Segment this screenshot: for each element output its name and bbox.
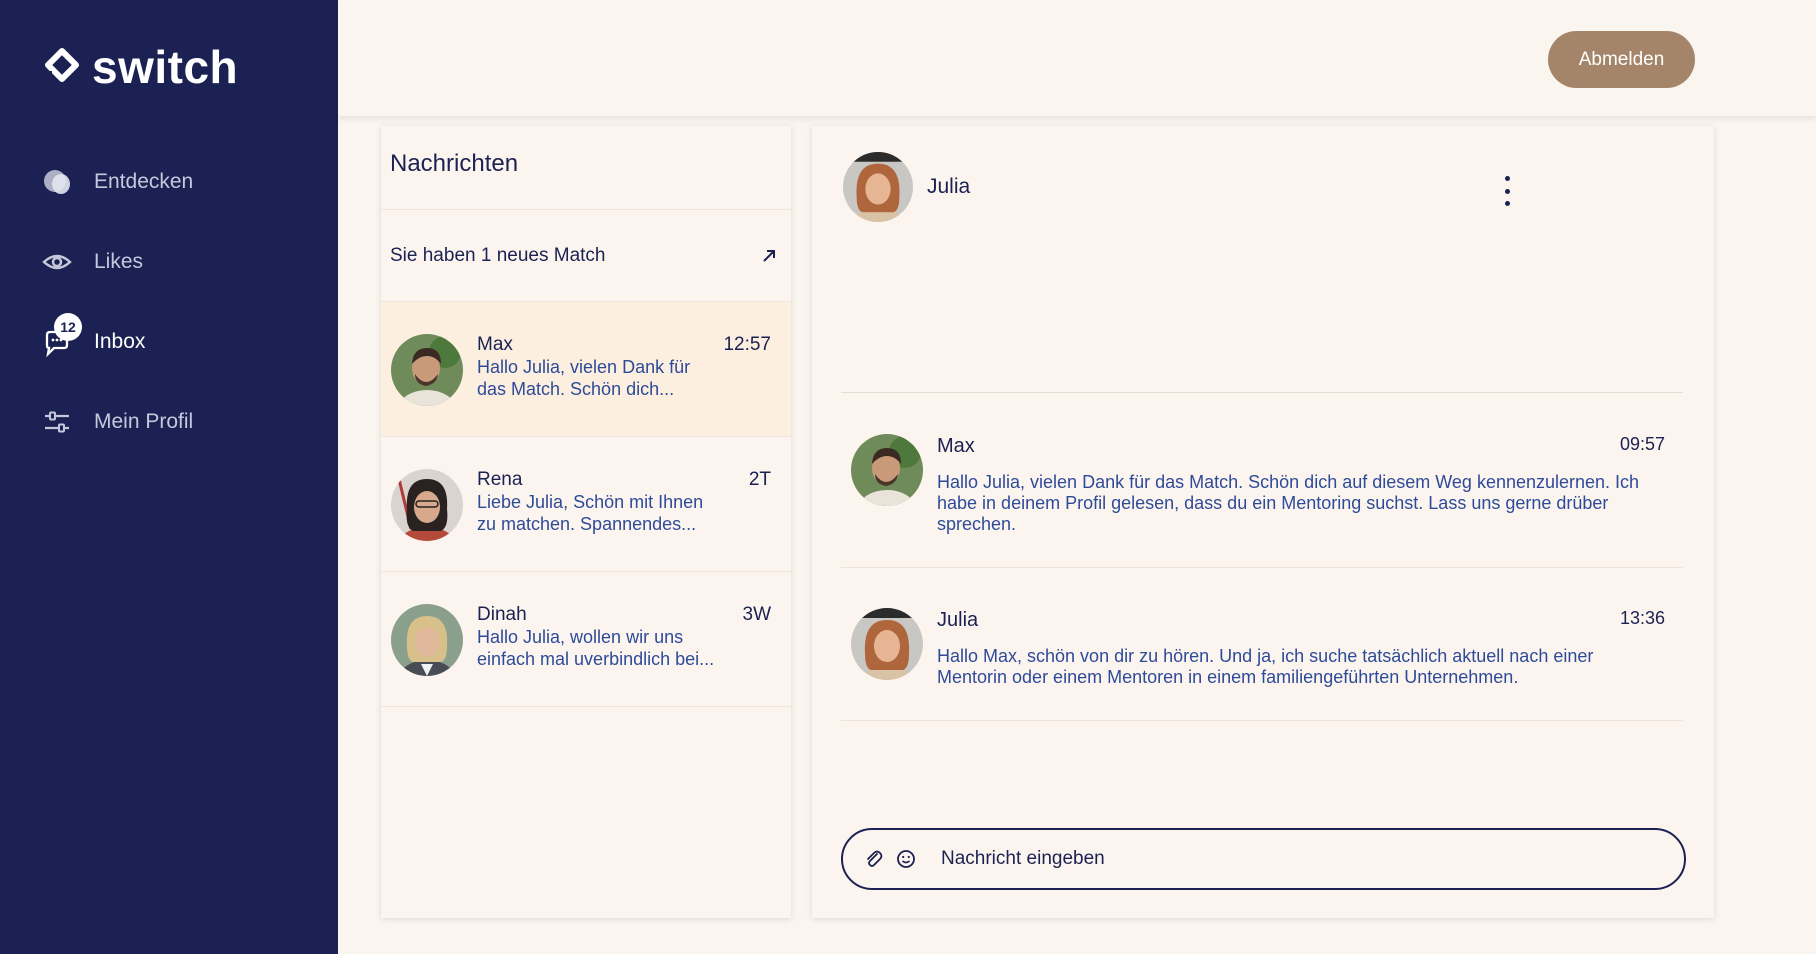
conversation-time: 3W [742,604,772,625]
conversation-preview: Hallo Julia, wollen wir uns einfach mal … [477,627,715,669]
chat-message: Max Hallo Julia, vielen Dank für das Mat… [841,434,1683,568]
sidebar-item-inbox[interactable]: 12 Inbox [0,302,338,382]
avatar [391,469,463,541]
logo-mark-icon [44,48,79,82]
more-options-icon[interactable] [1499,176,1515,206]
sidebar-item-mein-profil[interactable]: Mein Profil [0,382,338,462]
sidebar-item-label: Mein Profil [94,410,194,433]
brand-name: switch [92,41,239,93]
sidebar-nav: Entdecken Likes 12 Inbox Mein Profil [0,142,338,462]
discover-icon [42,167,72,197]
conversation-item-dinah[interactable]: Dinah Hallo Julia, wollen wir uns einfac… [381,572,791,707]
chat-divider [841,392,1683,393]
avatar[interactable] [843,152,913,222]
avatar [851,608,923,680]
messages-panel: Nachrichten Sie haben 1 neues Match Max … [381,126,791,918]
brand-logo[interactable]: switch [42,44,238,90]
chat-icon: 12 [42,313,82,357]
eye-icon [42,247,72,277]
paperclip-icon[interactable] [863,848,885,870]
conversation-time: 2T [748,469,771,490]
top-header: Abmelden [338,0,1816,116]
conversation-name: Dinah [477,604,527,625]
chat-header: Julia [843,152,970,222]
message-composer [841,828,1686,890]
sidebar-item-likes[interactable]: Likes [0,222,338,302]
sidebar-item-label: Inbox [94,330,146,353]
avatar [391,604,463,676]
sliders-icon [42,407,72,437]
emoji-icon[interactable] [895,848,917,870]
avatar [391,334,463,406]
message-time: 13:36 [1619,608,1665,628]
new-match-label: Sie haben 1 neues Match [390,244,606,266]
conversation-preview: Liebe Julia, Schön mit Ihnen zu matchen.… [477,492,704,534]
chat-message: Julia Hallo Max, schön von dir zu hören.… [841,608,1683,721]
conversation-preview: Hallo Julia, vielen Dank für das Match. … [477,357,691,399]
message-sender: Max [937,435,975,457]
message-text: Hallo Max, schön von dir zu hören. Und j… [937,646,1594,687]
sidebar-item-label: Likes [94,250,144,273]
conversation-item-rena[interactable]: Rena Liebe Julia, Schön mit Ihnen zu mat… [381,437,791,572]
sidebar-item-entdecken[interactable]: Entdecken [0,142,338,222]
chat-contact-name: Julia [927,175,971,198]
conversation-item-max[interactable]: Max Hallo Julia, vielen Dank für das Mat… [381,302,791,437]
messages-title: Nachrichten [381,126,791,210]
message-text: Hallo Julia, vielen Dank für das Match. … [937,472,1640,534]
conversation-name: Rena [477,469,523,490]
message-input[interactable] [941,848,1641,870]
new-match-link[interactable]: Sie haben 1 neues Match [381,210,791,302]
sidebar: switch Entdecken Likes 12 Inbox Mein Pro… [0,0,338,954]
avatar [851,434,923,506]
message-time: 09:57 [1619,434,1665,454]
inbox-count-badge: 12 [54,313,82,341]
message-sender: Julia [937,609,979,631]
conversation-time: 12:57 [723,334,771,355]
logout-button[interactable]: Abmelden [1548,31,1695,88]
sidebar-item-label: Entdecken [94,170,194,193]
chat-panel: Julia Max Hallo Julia, vielen Dank für d… [812,126,1714,918]
arrow-up-right-icon [763,249,775,262]
